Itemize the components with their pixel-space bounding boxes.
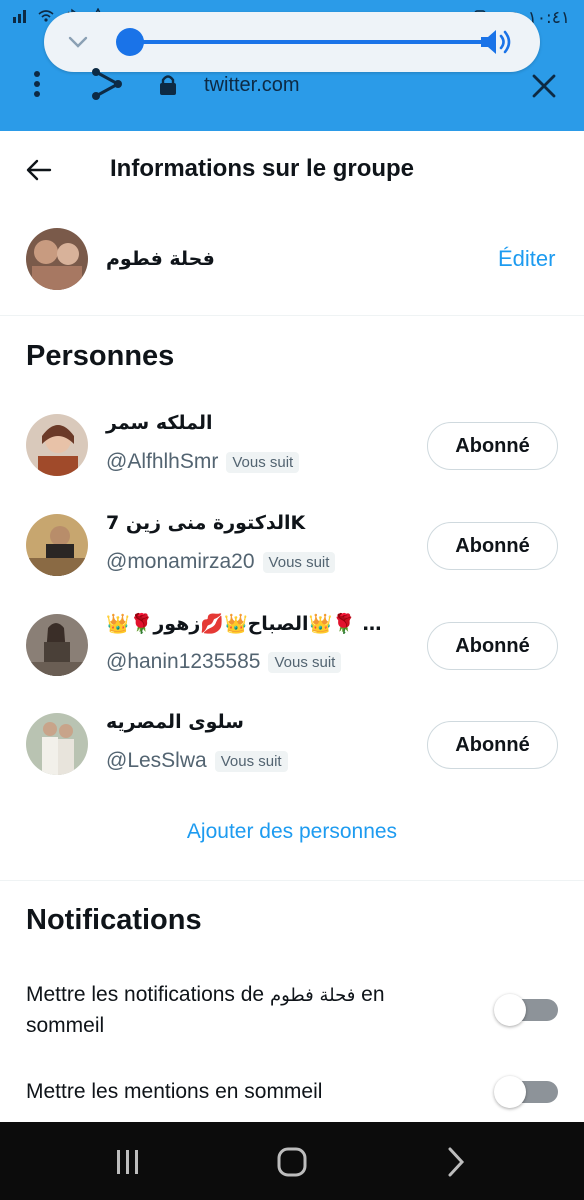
member-handle-row: @AlfhlhSmr Vous suit bbox=[106, 450, 300, 474]
browser-chrome: ١٠:٤١ twitter.com bbox=[0, 0, 584, 131]
member-name: سلوى المصريه bbox=[106, 711, 244, 733]
member-name: الملكه سمر bbox=[106, 412, 213, 434]
member-avatar[interactable] bbox=[26, 614, 88, 676]
group-name: فحلة فطوم bbox=[106, 248, 215, 270]
add-people-link[interactable]: Ajouter des personnes bbox=[0, 820, 584, 844]
back-nav-icon[interactable] bbox=[438, 1144, 474, 1180]
member-handle: @monamirza20 bbox=[106, 550, 255, 573]
member-handle-row: @hanin1235585 Vous suit bbox=[106, 650, 342, 674]
home-icon[interactable] bbox=[274, 1144, 310, 1180]
volume-slider-thumb[interactable] bbox=[116, 28, 144, 56]
group-avatar[interactable] bbox=[26, 228, 88, 290]
member-handle: @AlfhlhSmr bbox=[106, 450, 219, 473]
follows-you-badge: Vous suit bbox=[268, 651, 342, 673]
follows-you-badge: Vous suit bbox=[226, 451, 300, 473]
signal-icon bbox=[13, 10, 26, 23]
member-avatar[interactable] bbox=[26, 414, 88, 476]
following-button[interactable]: Abonné bbox=[427, 522, 558, 570]
snooze-label-group-name: فحلة فطوم bbox=[269, 985, 356, 1006]
lock-icon bbox=[160, 75, 176, 95]
system-navigation-bar bbox=[0, 1122, 584, 1200]
member-handle: @hanin1235585 bbox=[106, 650, 261, 673]
divider bbox=[0, 880, 584, 881]
page-title: Informations sur le groupe bbox=[110, 155, 415, 182]
page-header: Informations sur le groupe bbox=[0, 131, 584, 207]
member-row[interactable]: الملكه سمر @AlfhlhSmr Vous suit Abonné bbox=[0, 412, 584, 504]
snooze-mentions-label: Mettre les mentions en sommeil bbox=[26, 1080, 323, 1103]
member-avatar[interactable] bbox=[26, 514, 88, 576]
follows-you-badge: Vous suit bbox=[262, 551, 336, 573]
divider bbox=[0, 315, 584, 316]
people-section-title: Personnes bbox=[26, 340, 175, 372]
member-name: الدكتورة منى زين 7K bbox=[106, 512, 306, 534]
member-row[interactable]: الدكتورة منى زين 7K @monamirza20 Vous su… bbox=[0, 512, 584, 604]
member-row[interactable]: 👑🌹الصباح👑💋زهور👑🌹 … @hanin1235585 Vous su… bbox=[0, 613, 584, 704]
back-arrow-icon[interactable] bbox=[24, 155, 54, 185]
member-row[interactable]: سلوى المصريه @LesSlwa Vous suit Abonné bbox=[0, 711, 584, 803]
group-info-row: فحلة فطوم Éditer bbox=[0, 220, 584, 304]
member-handle-row: @monamirza20 Vous suit bbox=[106, 550, 336, 574]
following-button[interactable]: Abonné bbox=[427, 622, 558, 670]
toggle-thumb bbox=[494, 994, 526, 1026]
member-name: 👑🌹الصباح👑💋زهور👑🌹 … bbox=[106, 613, 382, 635]
follows-you-badge: Vous suit bbox=[214, 750, 288, 772]
browser-toolbar: twitter.com bbox=[0, 60, 584, 120]
snooze-group-toggle[interactable] bbox=[494, 994, 558, 1026]
edit-group-link[interactable]: Éditer bbox=[498, 246, 555, 272]
share-icon[interactable] bbox=[88, 66, 124, 102]
toggle-thumb bbox=[494, 1076, 526, 1108]
url-text[interactable]: twitter.com bbox=[204, 74, 300, 97]
more-options-icon[interactable] bbox=[24, 68, 50, 100]
chevron-down-icon[interactable] bbox=[64, 28, 92, 56]
close-icon[interactable] bbox=[530, 72, 558, 100]
member-handle: @LesSlwa bbox=[106, 749, 207, 772]
snooze-label-part: Mettre les notifications de bbox=[26, 983, 270, 1006]
volume-slider-track[interactable] bbox=[122, 40, 492, 44]
speaker-volume-icon[interactable] bbox=[478, 26, 514, 58]
member-avatar[interactable] bbox=[26, 713, 88, 775]
following-button[interactable]: Abonné bbox=[427, 721, 558, 769]
notifications-section-title: Notifications bbox=[26, 904, 202, 936]
member-handle-row: @LesSlwa Vous suit bbox=[106, 749, 288, 773]
snooze-mentions-toggle[interactable] bbox=[494, 1076, 558, 1108]
snooze-group-notifications-label: Mettre les notifications de فحلة فطوم en… bbox=[26, 980, 436, 1041]
recent-apps-icon[interactable] bbox=[110, 1144, 146, 1180]
following-button[interactable]: Abonné bbox=[427, 422, 558, 470]
